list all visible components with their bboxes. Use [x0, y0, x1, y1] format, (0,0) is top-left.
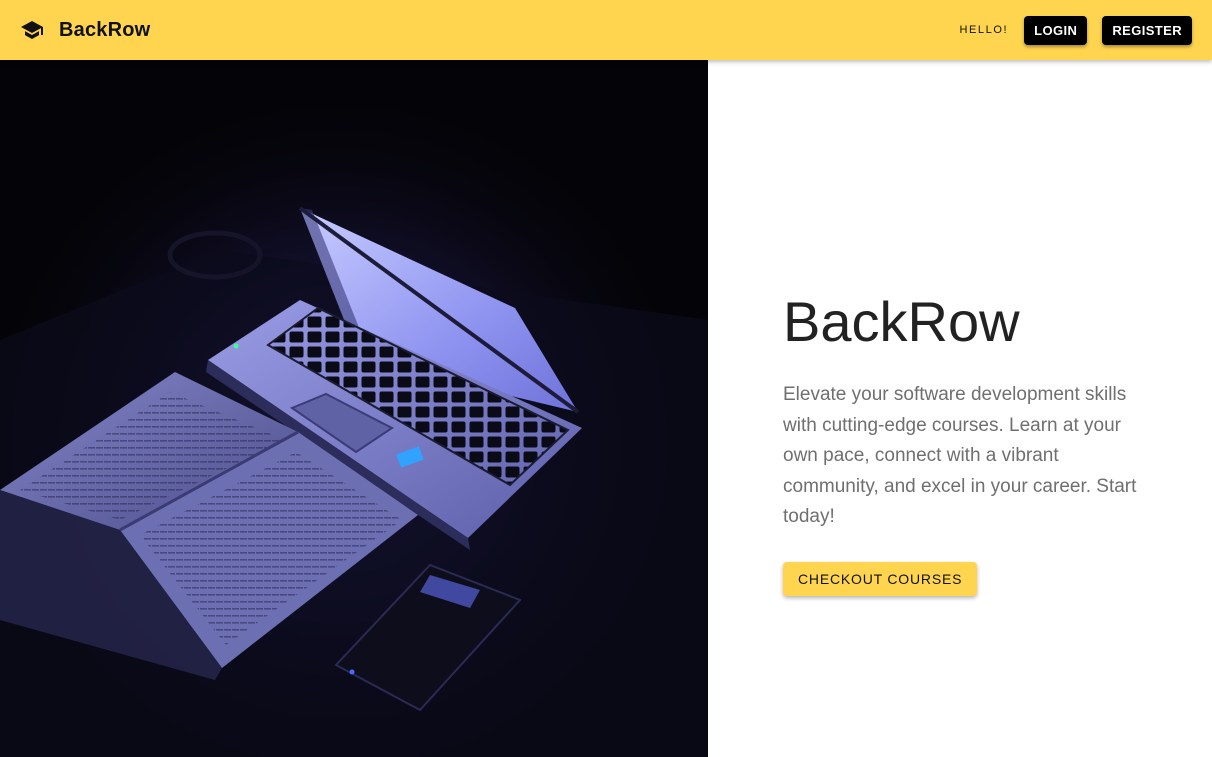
login-button[interactable]: LOGIN — [1024, 15, 1088, 45]
register-button[interactable]: REGISTER — [1102, 15, 1192, 45]
header-actions: HELLO! LOGIN REGISTER — [959, 0, 1192, 60]
brand[interactable]: BackRow — [20, 0, 150, 60]
hero-description: Elevate your software development skills… — [783, 384, 1137, 527]
greeting-text: HELLO! — [959, 24, 1009, 36]
app-bar: BackRow HELLO! LOGIN REGISTER — [0, 0, 1212, 60]
hero-title: BackRow — [783, 290, 1020, 353]
graduation-cap-icon — [20, 18, 44, 42]
hero-section: BackRow Elevate your software developmen… — [783, 290, 1153, 596]
brand-name: BackRow — [59, 18, 151, 41]
checkout-courses-button[interactable]: CHECKOUT COURSES — [783, 561, 978, 596]
hero-image — [0, 60, 708, 757]
